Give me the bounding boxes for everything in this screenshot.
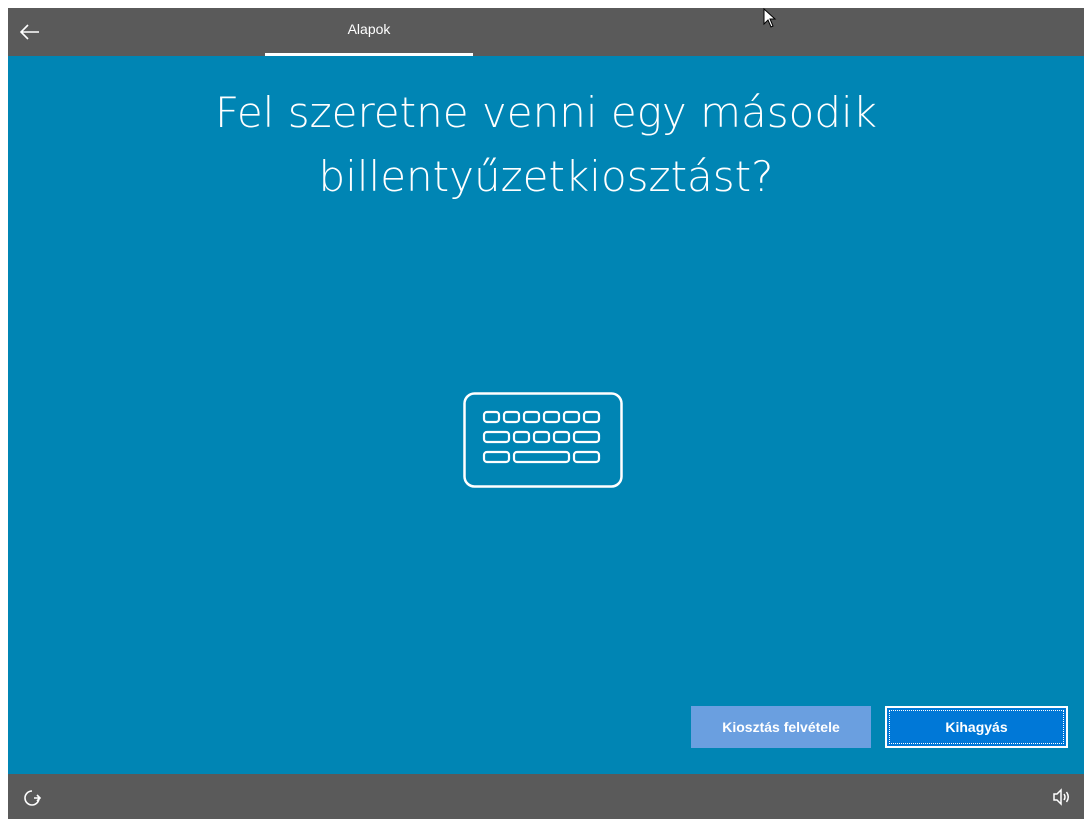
keyboard-icon xyxy=(463,392,623,488)
top-strip xyxy=(0,0,1084,8)
main-content: Fel szeretne venni egy második billentyű… xyxy=(8,56,1084,774)
arrow-left-icon xyxy=(20,24,39,40)
volume-icon[interactable] xyxy=(1052,788,1072,806)
ease-of-access-icon[interactable] xyxy=(22,788,42,808)
tab-label: Alapok xyxy=(347,21,391,37)
tab-alapok[interactable]: Alapok xyxy=(265,8,473,56)
title-line-1: Fel szeretne venni egy második xyxy=(214,88,878,137)
page-title: Fel szeretne venni egy második billentyű… xyxy=(8,81,1084,209)
back-button[interactable] xyxy=(8,8,52,56)
title-line-2: billentyűzetkiosztást? xyxy=(318,152,774,201)
bottom-bar xyxy=(8,774,1084,819)
skip-button[interactable]: Kihagyás xyxy=(885,706,1068,748)
setup-page: Alapok Fel szeretne venni egy második bi… xyxy=(0,0,1084,819)
mouse-cursor-icon xyxy=(763,8,777,28)
add-layout-button[interactable]: Kiosztás felvétele xyxy=(691,706,871,748)
top-bar: Alapok xyxy=(8,8,1084,56)
